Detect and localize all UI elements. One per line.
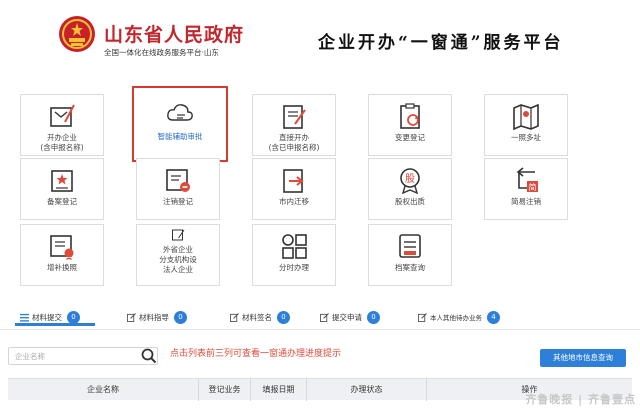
- tile-open-business[interactable]: 开办企业 (含申报名称): [20, 94, 104, 156]
- cloud-review-icon: [167, 104, 193, 121]
- tile-label: 外省企业: [163, 245, 193, 254]
- column-header-status[interactable]: 办理状态: [306, 379, 426, 401]
- count-badge: 0: [277, 310, 290, 324]
- tab-label: 材料签名: [242, 312, 272, 322]
- filing-registration-icon: [51, 170, 73, 192]
- tile-time-based-service[interactable]: 分时办理: [252, 224, 336, 286]
- tile-equity-pledge[interactable]: 股 股权出质: [368, 158, 452, 220]
- in-city-relocation-icon: [283, 169, 304, 193]
- edit-icon: [320, 312, 329, 322]
- tile-label: 增补换照: [47, 263, 77, 272]
- direct-open-icon: [283, 105, 306, 129]
- count-badge: 0: [67, 310, 80, 324]
- column-header-company[interactable]: 企业名称: [8, 379, 198, 401]
- tile-label: 简易注销: [511, 197, 541, 206]
- gov-title: 山东省人民政府: [104, 24, 245, 46]
- tile-smart-review[interactable]: 智能辅助审批: [132, 86, 228, 162]
- tab-label: 提交申请: [332, 312, 362, 322]
- tile-deregistration[interactable]: 注销登记: [136, 158, 220, 220]
- tile-foreign-enterprise[interactable]: 外省企业 分支机构设 法人企业: [136, 224, 220, 286]
- active-tab-indicator: [15, 323, 95, 326]
- equity-pledge-icon: 股: [400, 168, 420, 194]
- deregistration-icon: [166, 169, 190, 192]
- count-badge: 0: [174, 310, 187, 324]
- open-business-icon: [50, 104, 75, 127]
- edit-icon: [127, 312, 136, 322]
- tab-label: 材料提交: [32, 312, 62, 322]
- tile-label: 分时办理: [279, 263, 309, 272]
- tile-simple-deregistration[interactable]: 简 简易注销: [484, 158, 568, 220]
- tile-label: 股权出质: [395, 197, 425, 206]
- tile-label: 市内迁移: [279, 197, 309, 206]
- tile-sublabel: (含申报名称): [40, 143, 84, 152]
- tile-label: 备案登记: [47, 197, 77, 206]
- one-site-multi-address-icon: [513, 103, 539, 130]
- column-header-business[interactable]: 登记业务: [198, 379, 250, 401]
- tab-material-sign[interactable]: 材料签名 0: [230, 309, 290, 325]
- simple-deregistration-icon: 简: [516, 167, 538, 192]
- archive-query-icon: [399, 234, 421, 258]
- svg-text:简: 简: [529, 182, 537, 192]
- tab-material-guide[interactable]: 材料指导 0: [127, 309, 187, 325]
- edit-icon: [418, 312, 427, 322]
- tile-license-reissue[interactable]: 增补换照: [20, 224, 104, 286]
- gov-subtitle: 全国一体化在线政务服务平台·山东: [104, 48, 219, 57]
- time-based-service-icon: [282, 234, 307, 259]
- tile-label: 档案查询: [395, 263, 425, 272]
- tile-change-registration[interactable]: 变更登记: [368, 94, 452, 156]
- other-city-query-button[interactable]: 其他地市信息查询: [540, 349, 626, 367]
- watermark: 齐鲁晚报 | 齐鲁壹点: [525, 393, 636, 406]
- column-header-date[interactable]: 填报日期: [250, 379, 306, 401]
- tab-label: 材料指导: [139, 312, 169, 322]
- tile-archive-query[interactable]: 档案查询: [368, 224, 452, 286]
- tile-sublabel: 分支机构设: [159, 255, 197, 264]
- tab-label: 本人其他待办业务: [430, 314, 482, 322]
- tile-label: 一照多址: [511, 133, 541, 142]
- tile-one-site-multi-address[interactable]: 一照多址: [484, 94, 568, 156]
- change-registration-icon: [400, 103, 420, 129]
- tab-submit-application[interactable]: 提交申请 0: [320, 309, 380, 325]
- tile-sublabel: 法人企业: [163, 265, 193, 274]
- svg-text:股: 股: [405, 173, 415, 185]
- tile-label: 直接开办: [279, 133, 309, 142]
- search-icon[interactable]: [140, 347, 158, 365]
- tile-direct-open[interactable]: 直接开办 (含已申报名称): [252, 94, 336, 156]
- tile-sublabel: (含已申报名称): [268, 143, 320, 152]
- tile-in-city-relocation[interactable]: 市内迁移: [252, 158, 336, 220]
- foreign-enterprise-icon: [172, 229, 185, 241]
- tile-label: 注销登记: [163, 197, 193, 206]
- tile-label: 变更登记: [395, 133, 425, 142]
- task-tabs: 材料提交 0 材料指导 0 材料签名 0 提交申请 0 本人其他待办业务 4: [0, 304, 640, 330]
- tile-label: 开办企业: [47, 133, 77, 142]
- tile-filing-registration[interactable]: 备案登记: [20, 158, 104, 220]
- tile-label: 智能辅助审批: [157, 132, 203, 141]
- list-icon: [20, 313, 29, 322]
- national-emblem-icon: [59, 16, 95, 52]
- count-badge: 4: [487, 310, 500, 324]
- tab-other-pending[interactable]: 本人其他待办业务 4: [418, 309, 500, 325]
- page-header: 山东省人民政府 全国一体化在线政务服务平台·山东 企业开办“一窗通”服务平台: [0, 0, 640, 72]
- edit-icon: [230, 312, 239, 322]
- platform-title: 企业开办“一窗通”服务平台: [318, 33, 564, 53]
- company-name-search-input[interactable]: [8, 347, 158, 365]
- count-badge: 0: [367, 310, 380, 324]
- license-reissue-icon: [50, 235, 74, 260]
- progress-hint: 点击列表前三列可查看一窗通办理进度提示: [170, 349, 342, 359]
